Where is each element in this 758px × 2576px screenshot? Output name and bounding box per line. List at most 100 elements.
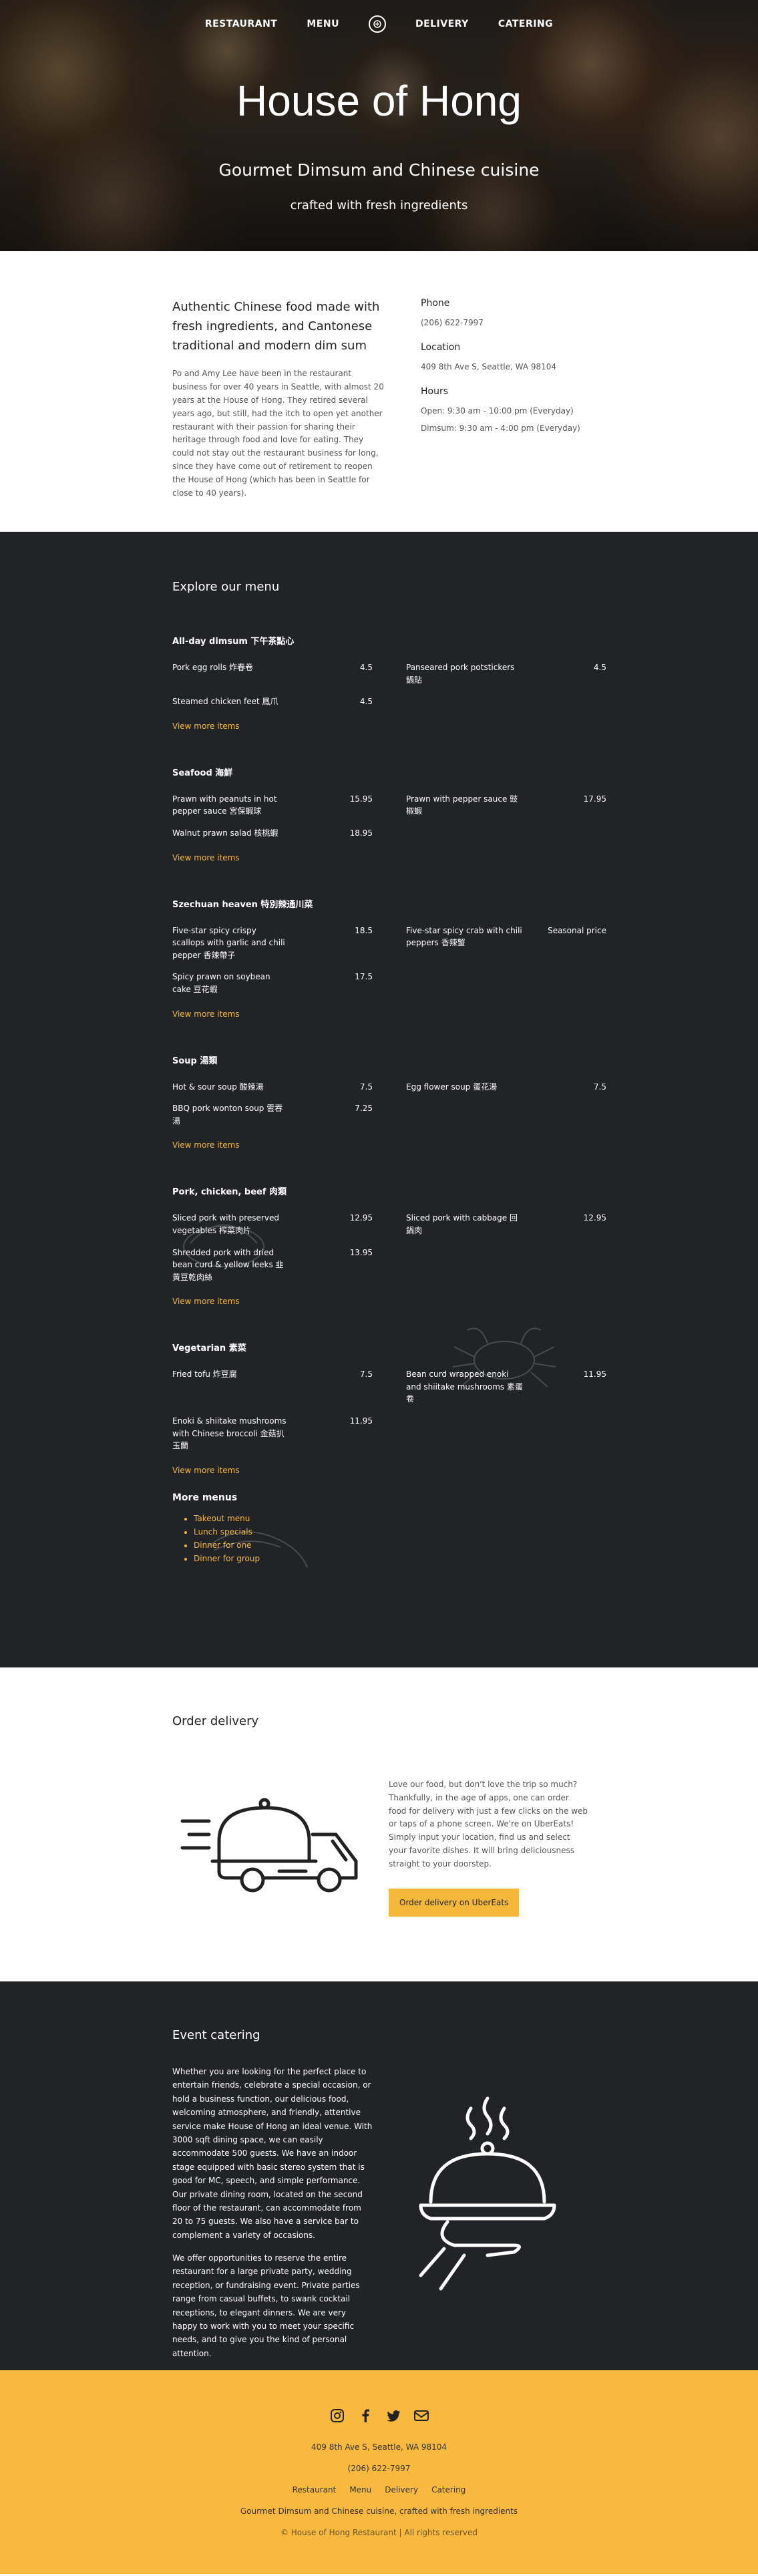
ubereats-button[interactable]: Order delivery on UberEats (389, 1888, 520, 1917)
facebook-icon[interactable] (357, 2408, 373, 2424)
item-price: 11.95 (349, 1416, 373, 1426)
item-price: 15.95 (349, 794, 373, 804)
instagram-icon[interactable] (329, 2408, 345, 2424)
menu-item: Five-star spicy crispy scallops with gar… (172, 925, 373, 962)
hero-title: House of Hong (236, 77, 522, 125)
menu-item: Egg flower soup 蛋花湯 7.5 (406, 1081, 606, 1094)
menu-section: Explore our menu All-day dimsum 下午茶點心 Po… (0, 532, 758, 1667)
nav-menu[interactable]: MENU (307, 19, 339, 29)
item-price: 17.5 (355, 972, 373, 982)
footer-link-restaurant[interactable]: Restaurant (293, 2485, 337, 2494)
top-nav: RESTAURANT MENU DELIVERY CATERING (0, 0, 758, 37)
menu-category: Soup 湯類 Hot & sour soup 酸辣湯 7.5 Egg flowe… (172, 1054, 758, 1150)
item-price: 4.5 (359, 697, 373, 707)
hours-open: Open: 9:30 am - 10:00 pm (Everyday) (421, 406, 574, 416)
item-name: BBQ pork wonton soup 雲吞湯 (172, 1104, 283, 1126)
menu-title: Explore our menu (172, 580, 280, 594)
hero-subtitle: Gourmet Dimsum and Chinese cuisine (218, 160, 540, 180)
item-name: Sliced pork with preserved vegetables 榨菜… (172, 1213, 279, 1235)
item-name: Shredded pork with dried bean curd & yel… (172, 1247, 284, 1282)
menu-category: Szechuan heaven 特別辣通川菜 Five-star spicy c… (172, 897, 758, 1019)
item-name: Bean curd wrapped enoki and shiitake mus… (406, 1370, 523, 1404)
category-title: Szechuan heaven 特別辣通川菜 (172, 899, 313, 910)
item-name: Prawn with pepper sauce 豉椒蝦 (406, 794, 518, 816)
about-text: Authentic Chinese food made with fresh i… (172, 298, 387, 532)
footer-address: 409 8th Ave S, Seattle, WA 98104 (311, 2442, 447, 2452)
more-menus: More menus Takeout menu Lunch specials D… (172, 1492, 758, 1563)
view-more-link[interactable]: View more items (172, 1297, 758, 1306)
hero-tagline: crafted with fresh ingredients (290, 198, 468, 212)
footer-link-menu[interactable]: Menu (349, 2485, 371, 2494)
category-title: Vegetarian 素菜 (172, 1343, 246, 1354)
item-price: 12.95 (583, 1213, 606, 1223)
item-price: 4.5 (593, 663, 606, 672)
menu-item: Shredded pork with dried bean curd & yel… (172, 1247, 373, 1284)
footer-link-delivery[interactable]: Delivery (385, 2485, 418, 2494)
item-price: 11.95 (583, 1370, 606, 1380)
footer-links: Restaurant Menu Delivery Catering (0, 2485, 758, 2494)
more-menu-link-dinner-one[interactable]: Dinner for one (194, 1541, 758, 1550)
view-more-link[interactable]: View more items (172, 1466, 758, 1475)
menu-category: Seafood 海鮮 Prawn with peanuts in hot pep… (172, 766, 758, 862)
menu-category: All-day dimsum 下午茶點心 Pork egg rolls 炸春卷 4… (172, 634, 758, 731)
item-price: 13.95 (349, 1247, 373, 1257)
event-paragraph-2: We offer opportunities to reserve the en… (172, 2253, 360, 2358)
email-icon[interactable] (413, 2408, 429, 2424)
item-name: Egg flower soup 蛋花湯 (406, 1082, 498, 1092)
nav-restaurant[interactable]: RESTAURANT (205, 19, 278, 29)
menu-item: Walnut prawn salad 核桃蝦 18.95 (172, 827, 373, 840)
item-name: Enoki & shiitake mushrooms with Chinese … (172, 1416, 287, 1451)
view-more-link[interactable]: View more items (172, 1009, 758, 1019)
item-name: Sliced pork with cabbage 回鍋肉 (406, 1213, 518, 1235)
event-section: Event catering Whether you are looking f… (0, 1981, 758, 2370)
nav-delivery[interactable]: DELIVERY (415, 19, 469, 29)
category-title: All-day dimsum 下午茶點心 (172, 637, 295, 647)
item-name: Fried tofu 炸豆腐 (172, 1370, 237, 1380)
item-name: Walnut prawn salad 核桃蝦 (172, 828, 278, 838)
delivery-body: Love our food, but don't love the trip s… (389, 1780, 588, 1869)
view-more-link[interactable]: View more items (172, 1140, 758, 1150)
item-name: Spicy prawn on soybean cake 豆花蝦 (172, 972, 270, 994)
category-title: Pork, chicken, beef 肉類 (172, 1187, 287, 1198)
menu-item: Fried tofu 炸豆腐 7.5 (172, 1368, 373, 1406)
more-menu-link-takeout[interactable]: Takeout menu (194, 1514, 758, 1523)
menu-item: Prawn with peanuts in hot pepper sauce 宮… (172, 793, 373, 818)
category-title: Soup 湯類 (172, 1056, 218, 1066)
item-price: 18.95 (349, 828, 373, 838)
hours-dimsum: Dimsum: 9:30 am - 4:00 pm (Everyday) (421, 424, 580, 433)
item-name: Hot & sour soup 酸辣湯 (172, 1082, 264, 1092)
footer-link-catering[interactable]: Catering (431, 2485, 465, 2494)
item-name: Prawn with peanuts in hot pepper sauce 宮… (172, 794, 277, 816)
footer-tagline: Gourmet Dimsum and Chinese cuisine, craf… (240, 2507, 518, 2516)
twitter-icon[interactable] (385, 2408, 401, 2424)
menu-item: Spicy prawn on soybean cake 豆花蝦 17.5 (172, 971, 373, 995)
category-title: Seafood 海鮮 (172, 768, 233, 778)
footer-phone[interactable]: (206) 622-7997 (0, 2464, 758, 2473)
item-name: Five-star spicy crab with chili peppers … (406, 925, 522, 948)
menu-item: Five-star spicy crab with chili peppers … (406, 925, 606, 962)
view-more-link[interactable]: View more items (172, 721, 758, 731)
more-menu-link-lunch[interactable]: Lunch specials (194, 1527, 758, 1537)
event-paragraph-1: Whether you are looking for the perfect … (172, 2067, 373, 2240)
hero-banner: RESTAURANT MENU DELIVERY CATERING House … (0, 0, 758, 251)
menu-category: Pork, chicken, beef 肉類 Sliced pork with … (172, 1184, 758, 1306)
item-name: Five-star spicy crispy scallops with gar… (172, 925, 285, 960)
menu-item: Hot & sour soup 酸辣湯 7.5 (172, 1081, 373, 1094)
more-menu-link-dinner-group[interactable]: Dinner for group (194, 1554, 758, 1563)
item-price: 4.5 (359, 663, 373, 672)
nav-catering[interactable]: CATERING (498, 19, 553, 29)
item-name: Steamed chicken feet 鳳爪 (172, 697, 278, 707)
item-price: 7.5 (359, 1082, 373, 1092)
item-price: 12.95 (349, 1213, 373, 1223)
delivery-title: Order delivery (172, 1714, 259, 1728)
view-more-link[interactable]: View more items (172, 853, 758, 862)
about-body: Po and Amy Lee have been in the restaura… (172, 369, 384, 498)
footer-copyright: © House of Hong Restaurant | All rights … (280, 2528, 478, 2537)
location-value: 409 8th Ave S, Seattle, WA 98104 (421, 362, 557, 371)
item-price: 7.25 (355, 1104, 373, 1114)
logo-icon[interactable] (368, 15, 386, 33)
menu-item: Enoki & shiitake mushrooms with Chinese … (172, 1415, 373, 1452)
phone-value[interactable]: (206) 622-7997 (421, 318, 594, 327)
menu-item: Bean curd wrapped enoki and shiitake mus… (406, 1368, 606, 1406)
delivery-info: Love our food, but don't love the trip s… (389, 1778, 589, 1917)
